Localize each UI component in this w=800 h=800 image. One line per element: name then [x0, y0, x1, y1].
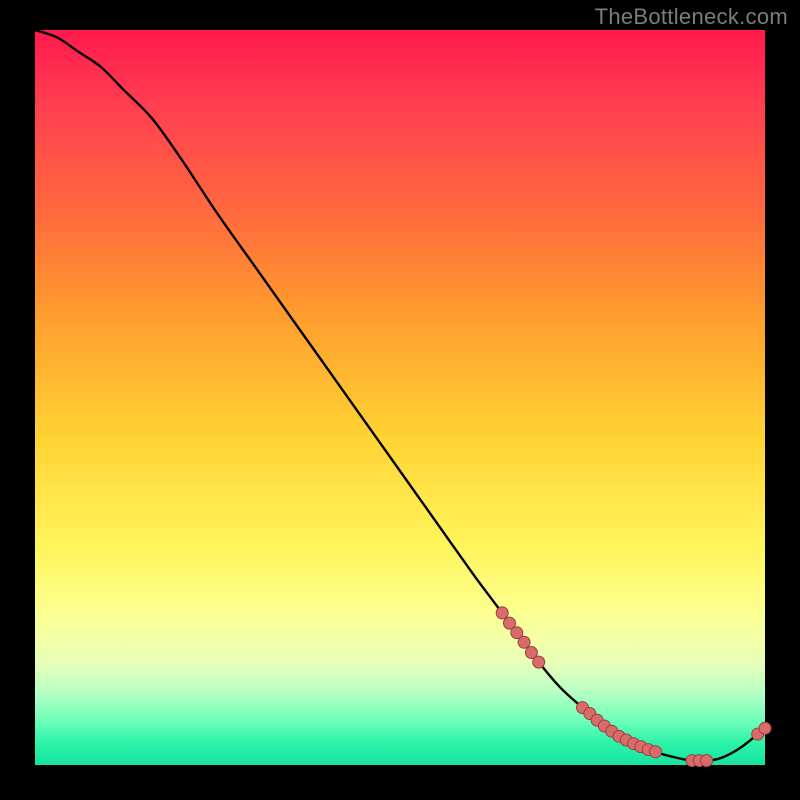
marker-point — [650, 746, 662, 758]
marker-point — [496, 607, 508, 619]
marker-point — [759, 722, 771, 734]
marker-point — [701, 755, 713, 767]
attribution-text: TheBottleneck.com — [595, 4, 788, 30]
chart-stage: TheBottleneck.com — [0, 0, 800, 800]
chart-svg — [35, 30, 765, 765]
highlight-markers — [496, 607, 771, 767]
marker-point — [533, 656, 545, 668]
marker-point — [518, 636, 530, 648]
bottleneck-curve — [35, 30, 765, 761]
